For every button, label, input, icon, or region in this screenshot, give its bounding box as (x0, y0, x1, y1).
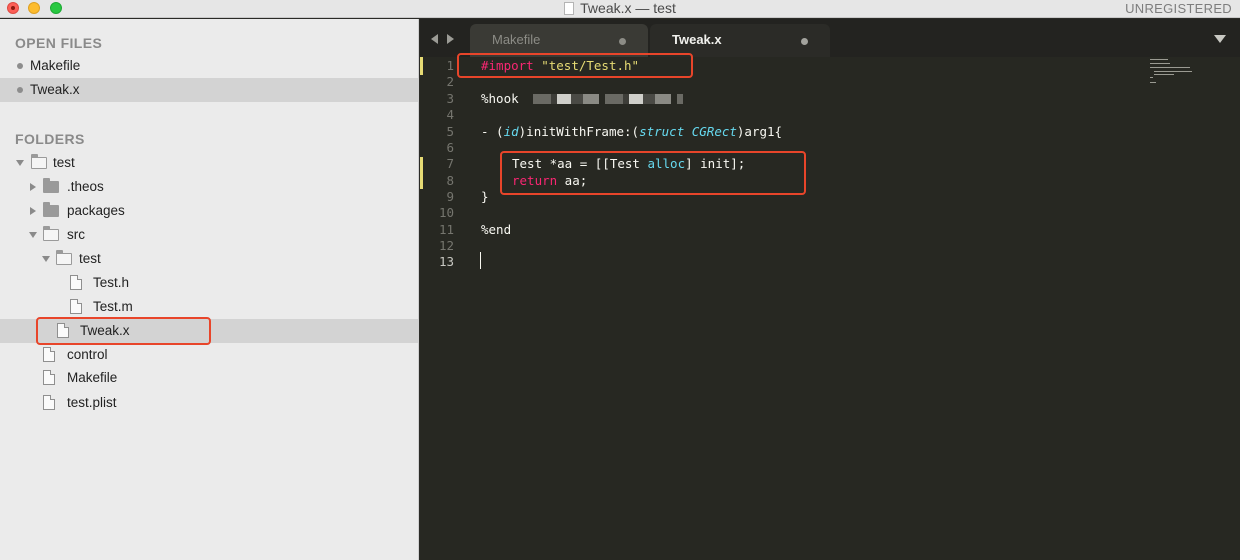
minimap-line (1150, 59, 1168, 60)
tree-item-label: Makefile (67, 370, 118, 385)
tree-file-test-m[interactable]: Test.m (0, 295, 418, 319)
code-line-5[interactable]: - (id)initWithFrame:(struct CGRect)arg1{ (481, 124, 782, 139)
tree-item-label: test.plist (67, 395, 117, 410)
tree-folder-packages[interactable]: packages (0, 199, 418, 223)
redacted-class-name (532, 94, 683, 104)
line-number-gutter: 1 2 3 4 5 6 7 8 9 10 11 12 13 (420, 57, 476, 560)
tweak-file-annotation-box (36, 317, 211, 345)
file-icon (43, 369, 56, 385)
tree-folder-src[interactable]: src (0, 223, 418, 247)
line-number: 13 (438, 254, 454, 269)
open-file-tweak-x[interactable]: Tweak.x (0, 78, 418, 102)
tree-file-test-plist[interactable]: test.plist (0, 391, 418, 415)
disclosure-down-icon[interactable] (42, 256, 50, 262)
document-icon (564, 2, 575, 15)
open-file-makefile[interactable]: Makefile (0, 54, 418, 78)
folder-open-icon (55, 250, 72, 265)
text-cursor (480, 252, 481, 269)
tree-file-makefile[interactable]: Makefile (0, 366, 418, 390)
file-icon (43, 394, 56, 410)
file-icon (70, 274, 83, 290)
line-number: 4 (446, 107, 454, 122)
minimap-line (1150, 63, 1170, 64)
line-number: 3 (446, 91, 454, 106)
open-file-label: Tweak.x (30, 82, 80, 97)
code-line-9[interactable]: } (481, 189, 489, 204)
disclosure-right-icon[interactable] (30, 183, 36, 191)
tab-overflow-chevron-icon[interactable] (1214, 35, 1226, 43)
method-body-annotation-box (500, 151, 806, 195)
tab-label: Tweak.x (672, 32, 722, 47)
cgrect-type: CGRect (691, 124, 737, 139)
file-icon (70, 298, 83, 314)
code-line-11[interactable]: %end (481, 222, 511, 237)
folder-icon (43, 202, 59, 217)
disclosure-down-icon[interactable] (29, 232, 37, 238)
method-suffix: )arg1{ (736, 124, 783, 139)
line-number: 2 (446, 74, 454, 89)
window-title: Tweak.x — test (580, 0, 676, 16)
disclosure-right-icon[interactable] (30, 207, 36, 215)
minimap-line (1150, 77, 1153, 78)
minimap[interactable] (1150, 59, 1220, 99)
folder-open-icon (30, 154, 47, 169)
minimap-line (1150, 67, 1190, 68)
tree-item-label: control (67, 347, 108, 362)
title-bar: Tweak.x — test UNREGISTERED (0, 0, 1240, 18)
folder-open-icon (42, 226, 59, 241)
method-prefix: - ( (481, 124, 504, 139)
line-number: 8 (446, 173, 454, 188)
unregistered-label: UNREGISTERED (1125, 1, 1232, 16)
line-number: 7 (446, 156, 454, 171)
open-files-header: OPEN FILES (15, 35, 103, 51)
tree-item-label: .theos (67, 179, 104, 194)
minimap-line (1150, 82, 1156, 83)
line-number: 6 (446, 140, 454, 155)
tree-folder-test[interactable]: test (0, 151, 418, 175)
method-selector: )initWithFrame:( (518, 124, 640, 139)
folder-icon (43, 178, 59, 193)
tab-nav-right-icon[interactable] (447, 34, 454, 44)
id-type: id (503, 124, 519, 139)
sidebar: OPEN FILES Makefile Tweak.x FOLDERS test… (0, 19, 419, 560)
open-file-label: Makefile (30, 58, 81, 73)
line-number: 10 (438, 205, 454, 220)
disclosure-down-icon[interactable] (16, 160, 24, 166)
tree-file-test-h[interactable]: Test.h (0, 271, 418, 295)
tree-item-label: test (53, 155, 75, 170)
line-number: 9 (446, 189, 454, 204)
line-number: 12 (438, 238, 454, 253)
line-number: 5 (446, 124, 454, 139)
tree-item-label: Test.h (93, 275, 130, 290)
file-icon (43, 346, 56, 362)
tree-item-label: src (67, 227, 85, 242)
tree-item-label: Test.m (93, 299, 133, 314)
tab-dirty-dot-icon[interactable] (619, 38, 626, 45)
tab-nav-left-icon[interactable] (431, 34, 438, 44)
tree-folder-theos[interactable]: .theos (0, 175, 418, 199)
tab-dirty-dot-icon[interactable] (801, 38, 808, 45)
tab-label: Makefile (492, 32, 541, 47)
minimap-line (1154, 74, 1174, 75)
tree-item-label: packages (67, 203, 125, 218)
open-file-dot-icon (17, 63, 23, 69)
open-file-dot-icon (17, 87, 23, 93)
tree-item-label: test (79, 251, 101, 266)
tree-folder-src-test[interactable]: test (0, 247, 418, 271)
minimap-line (1154, 71, 1192, 72)
import-annotation-box (457, 53, 693, 78)
tab-bar: Makefile Tweak.x (420, 19, 1240, 57)
hook-directive: %hook (481, 91, 519, 106)
window-title-container: Tweak.x — test (0, 0, 1240, 18)
tree-file-control[interactable]: control (0, 343, 418, 367)
code-line-3[interactable]: %hook (481, 91, 683, 106)
code-editor[interactable]: 1 2 3 4 5 6 7 8 9 10 11 12 13 #import "t… (420, 53, 1240, 560)
line-number: 11 (438, 222, 454, 237)
struct-keyword: struct (639, 124, 685, 139)
folders-header: FOLDERS (15, 131, 85, 147)
line-number: 1 (446, 58, 454, 73)
